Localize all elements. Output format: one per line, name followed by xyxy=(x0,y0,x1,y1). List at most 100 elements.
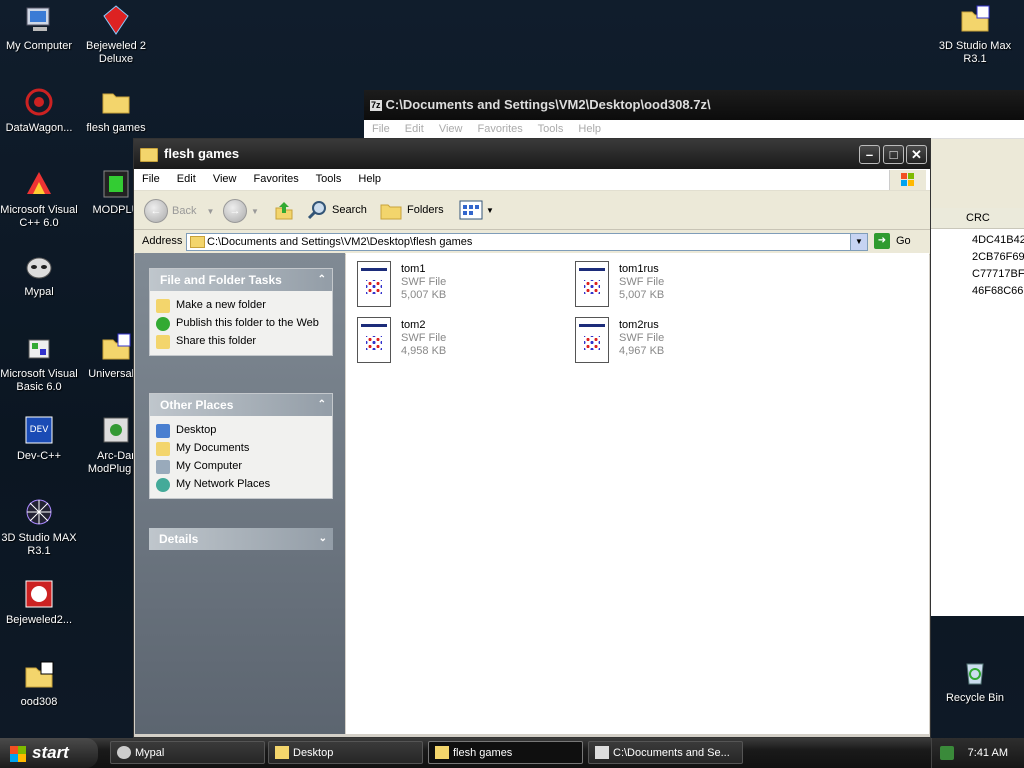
file-list: tom1 SWF File 5,007 KB tom1rus SWF File 5,00… xyxy=(346,253,929,734)
maximize-button[interactable]: □ xyxy=(883,145,904,164)
back-button[interactable]: ← Back ▼ xyxy=(144,199,214,223)
desktop-icon-ood308[interactable]: ood308 xyxy=(0,660,79,709)
chevron-down-icon: ▼ xyxy=(251,206,259,216)
file-type: SWF File xyxy=(401,332,447,344)
visual-basic-icon xyxy=(23,332,55,364)
views-button[interactable]: ▼ xyxy=(458,199,494,221)
archive-menubar: File Edit View Favorites Tools Help xyxy=(364,120,1024,139)
file-item[interactable]: tom1rus SWF File 5,007 KB xyxy=(573,261,664,309)
desktop-icon-bejeweled[interactable]: Bejeweled 2 Deluxe xyxy=(76,4,156,66)
explorer-window[interactable]: flesh games – □ ✕ File Edit View Favorit… xyxy=(133,138,931,738)
menu-file[interactable]: File xyxy=(142,173,160,185)
archive-window-titlebar[interactable]: 7z C:\Documents and Settings\VM2\Desktop\… xyxy=(364,90,1024,120)
file-folder-tasks-header[interactable]: File and Folder Tasks ⌃ xyxy=(150,269,332,291)
swf-file-icon xyxy=(355,261,393,309)
desktop-icon-bejeweled2[interactable]: Bejeweled2... xyxy=(0,578,79,627)
task-pane: File and Folder Tasks ⌃ Make a new folder… xyxy=(135,253,345,734)
other-places-header[interactable]: Other Places ⌃ xyxy=(150,394,332,416)
file-item[interactable]: tom2 SWF File 4,958 KB xyxy=(355,317,446,365)
go-button[interactable]: ➜ Go xyxy=(874,233,911,249)
desktop-icon-visual-cpp[interactable]: Microsoft Visual C++ 6.0 xyxy=(0,168,79,230)
file-item[interactable]: tom1 SWF File 5,007 KB xyxy=(355,261,446,309)
details-header[interactable]: Details ⌄ xyxy=(149,528,333,550)
desktop-icon-datawagon[interactable]: DataWagon... xyxy=(0,86,79,135)
chevron-down-icon: ▼ xyxy=(486,205,494,215)
archive-menu-tools[interactable]: Tools xyxy=(538,123,564,135)
toolbar: ← Back ▼ → ▼ Search Folders ▼ xyxy=(134,191,930,230)
search-button[interactable]: Search xyxy=(306,199,367,221)
window-titlebar[interactable]: flesh games – □ ✕ xyxy=(134,139,930,169)
desktop-icon-my-computer[interactable]: My Computer xyxy=(0,4,79,53)
crc-value: 2CB76F69 xyxy=(972,251,1024,263)
up-folder-button[interactable] xyxy=(273,199,295,221)
swf-file-icon xyxy=(355,317,393,365)
share-folder-icon xyxy=(156,335,170,349)
place-desktop[interactable]: Desktop xyxy=(150,422,332,440)
crc-value: 4DC41B42 xyxy=(972,234,1024,246)
archive-menu-view[interactable]: View xyxy=(439,123,463,135)
place-my-computer[interactable]: My Computer xyxy=(150,458,332,476)
crc-column-header[interactable]: CRC xyxy=(930,208,1024,229)
new-folder-icon xyxy=(156,299,170,313)
up-arrow-icon xyxy=(275,202,293,220)
desktop-icon-mypal[interactable]: Mypal xyxy=(0,250,79,299)
file-folder-tasks-panel: File and Folder Tasks ⌃ Make a new folder… xyxy=(149,268,333,356)
taskbar-item-mypal[interactable]: Mypal xyxy=(110,741,265,764)
desktop-icon-visual-basic[interactable]: Microsoft Visual Basic 6.0 xyxy=(0,332,79,394)
my-computer-icon xyxy=(156,460,170,474)
menu-view[interactable]: View xyxy=(213,173,237,185)
devcpp-icon: DEV xyxy=(23,414,55,446)
archive-menu-file[interactable]: File xyxy=(372,123,390,135)
file-size: 4,967 KB xyxy=(619,345,665,357)
publish-web-icon xyxy=(156,317,170,331)
archive-menu-favorites[interactable]: Favorites xyxy=(478,123,523,135)
windows-flag-icon xyxy=(10,745,26,762)
place-my-network-places[interactable]: My Network Places xyxy=(150,476,332,494)
file-item[interactable]: tom2rus SWF File 4,967 KB xyxy=(573,317,664,365)
go-arrow-icon: ➜ xyxy=(874,233,890,249)
desktop-icon-flesh-games[interactable]: flesh games xyxy=(76,86,156,135)
search-icon xyxy=(307,201,326,220)
my-documents-icon xyxy=(156,442,170,456)
menu-edit[interactable]: Edit xyxy=(177,173,196,185)
forward-arrow-icon: → xyxy=(223,199,247,223)
my-computer-icon xyxy=(23,4,55,36)
taskbar-item-desktop[interactable]: Desktop xyxy=(268,741,423,764)
task-make-new-folder[interactable]: Make a new folder xyxy=(150,297,332,315)
network-tray-icon[interactable] xyxy=(940,746,954,760)
minimize-button[interactable]: – xyxy=(859,145,880,164)
place-my-documents[interactable]: My Documents xyxy=(150,440,332,458)
folder-icon xyxy=(100,86,132,118)
views-icon xyxy=(459,200,483,220)
taskbar-item-flesh-games[interactable]: flesh games xyxy=(428,741,583,764)
task-publish-to-web[interactable]: Publish this folder to the Web xyxy=(150,315,332,333)
desktop-icon-devcpp[interactable]: DEV Dev-C++ xyxy=(0,414,79,463)
visual-cpp-icon xyxy=(23,168,55,200)
clock[interactable]: 7:41 AM xyxy=(968,738,1008,768)
folders-button[interactable]: Folders xyxy=(379,199,444,221)
file-name: tom2 xyxy=(401,319,426,331)
chevron-down-icon: ▼ xyxy=(206,206,215,216)
archive-menu-edit[interactable]: Edit xyxy=(405,123,424,135)
modplug-player-icon xyxy=(100,414,132,446)
task-share-folder[interactable]: Share this folder xyxy=(150,333,332,351)
desktop-icon-recycle-bin[interactable]: Recycle Bin xyxy=(935,656,1015,705)
7z-icon xyxy=(595,746,609,759)
start-button[interactable]: start xyxy=(0,738,98,768)
desktop-icon xyxy=(156,424,170,438)
taskbar-item-7z-archive[interactable]: C:\Documents and Se... xyxy=(588,741,743,764)
desktop-icon-3dsmax-right[interactable]: 3D Studio Max R3.1 xyxy=(935,4,1015,66)
7z-archive-icon xyxy=(23,660,55,692)
file-type: SWF File xyxy=(619,332,665,344)
folder-icon xyxy=(275,746,289,759)
address-dropdown-button[interactable]: ▼ xyxy=(850,234,867,250)
menu-favorites[interactable]: Favorites xyxy=(254,173,299,185)
forward-button[interactable]: → ▼ xyxy=(223,199,259,223)
svg-text:DEV: DEV xyxy=(30,425,50,435)
close-button[interactable]: ✕ xyxy=(906,145,927,164)
menu-help[interactable]: Help xyxy=(358,173,381,185)
address-input[interactable]: C:\Documents and Settings\VM2\Desktop\fl… xyxy=(186,233,868,251)
menu-tools[interactable]: Tools xyxy=(316,173,342,185)
archive-menu-help[interactable]: Help xyxy=(578,123,601,135)
desktop-icon-3dsmax[interactable]: 3D Studio MAX R3.1 xyxy=(0,496,79,558)
